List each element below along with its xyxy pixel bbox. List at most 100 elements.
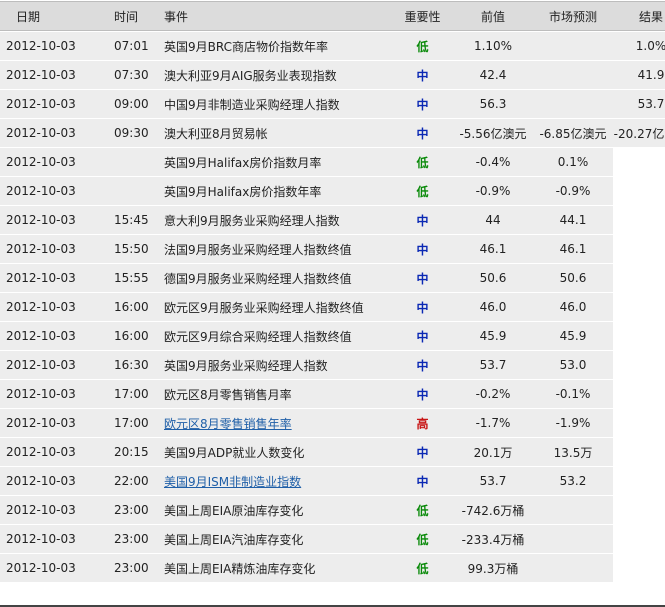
cell-previous: 45.9 <box>453 322 533 350</box>
header-result: 结果 <box>613 1 665 31</box>
table-row: 2012-10-03 23:00 美国上周EIA精炼油库存变化 低 99.3万桶 <box>0 554 665 582</box>
table-row: 2012-10-03 07:01 英国9月BRC商店物价指数年率 低 1.10% 1.0% <box>0 32 665 60</box>
cell-event: 欧元区9月服务业采购经理人指数终值 <box>160 293 392 321</box>
cell-result <box>613 438 665 466</box>
cell-event: 英国9月服务业采购经理人指数 <box>160 351 392 379</box>
cell-result: 53.7 <box>613 90 665 118</box>
cell-forecast: -0.9% <box>533 177 613 205</box>
cell-forecast <box>533 32 613 60</box>
cell-event: 英国9月Halifax房价指数月率 <box>160 148 392 176</box>
cell-importance: 中 <box>392 206 453 234</box>
cell-date: 2012-10-03 <box>0 554 110 582</box>
importance-badge: 中 <box>416 358 429 373</box>
cell-result: 1.0% <box>613 32 665 60</box>
cell-date: 2012-10-03 <box>0 235 110 263</box>
cell-time: 23:00 <box>110 554 160 582</box>
cell-importance: 低 <box>392 177 453 205</box>
cell-time: 17:00 <box>110 380 160 408</box>
cell-result <box>613 496 665 524</box>
cell-result <box>613 467 665 495</box>
cell-date: 2012-10-03 <box>0 496 110 524</box>
cell-event: 德国9月服务业采购经理人指数终值 <box>160 264 392 292</box>
cell-event: 美国上周EIA原油库存变化 <box>160 496 392 524</box>
event-label: 中国9月非制造业采购经理人指数 <box>164 97 340 112</box>
cell-date: 2012-10-03 <box>0 264 110 292</box>
cell-time: 15:45 <box>110 206 160 234</box>
table-row: 2012-10-03 22:00 美国9月ISM非制造业指数 中 53.7 53.2 <box>0 467 665 495</box>
cell-event: 美国9月ADP就业人数变化 <box>160 438 392 466</box>
event-label: 欧元区9月综合采购经理人指数终值 <box>164 329 352 344</box>
table-row: 2012-10-03 英国9月Halifax房价指数月率 低 -0.4% 0.1% <box>0 148 665 176</box>
cell-time: 20:15 <box>110 438 160 466</box>
cell-time: 16:30 <box>110 351 160 379</box>
cell-time <box>110 148 160 176</box>
cell-forecast: 53.0 <box>533 351 613 379</box>
cell-result <box>613 351 665 379</box>
cell-event: 法国9月服务业采购经理人指数终值 <box>160 235 392 263</box>
cell-date: 2012-10-03 <box>0 293 110 321</box>
importance-badge: 中 <box>416 97 429 112</box>
table-row: 2012-10-03 16:30 英国9月服务业采购经理人指数 中 53.7 53.0 <box>0 351 665 379</box>
table-row: 2012-10-03 09:30 澳大利亚8月贸易帐 中 -5.56亿澳元 -6.85亿澳… <box>0 119 665 147</box>
table-body: 2012-10-03 07:01 英国9月BRC商店物价指数年率低 1.10% 1.0%… <box>0 32 665 582</box>
cell-time <box>110 177 160 205</box>
cell-previous: 42.4 <box>453 61 533 89</box>
cell-previous: -0.4% <box>453 148 533 176</box>
cell-result <box>613 554 665 582</box>
cell-importance: 中 <box>392 90 453 118</box>
cell-event: 英国9月Halifax房价指数年率 <box>160 177 392 205</box>
header-date: 日期 <box>0 1 110 31</box>
cell-time: 22:00 <box>110 467 160 495</box>
cell-time: 16:00 <box>110 322 160 350</box>
cell-date: 2012-10-03 <box>0 206 110 234</box>
cell-previous: -233.4万桶 <box>453 525 533 553</box>
importance-badge: 中 <box>416 329 429 344</box>
event-label: 英国9月Halifax房价指数月率 <box>164 155 322 170</box>
cell-importance: 中 <box>392 119 453 147</box>
cell-date: 2012-10-03 <box>0 351 110 379</box>
cell-result <box>613 380 665 408</box>
cell-event: 英国9月BRC商店物价指数年率 <box>160 32 392 60</box>
table-header-row: 日期 时间 事件 重要性 前值 市场预测 结果 <box>0 1 665 31</box>
cell-previous: 46.1 <box>453 235 533 263</box>
cell-date: 2012-10-03 <box>0 148 110 176</box>
cell-previous: 99.3万桶 <box>453 554 533 582</box>
cell-result <box>613 235 665 263</box>
cell-event: 欧元区9月综合采购经理人指数终值 <box>160 322 392 350</box>
cell-event: 中国9月非制造业采购经理人指数 <box>160 90 392 118</box>
cell-date: 2012-10-03 <box>0 61 110 89</box>
event-link[interactable]: 美国9月ISM非制造业指数 <box>164 475 301 489</box>
cell-forecast <box>533 496 613 524</box>
event-link[interactable]: 欧元区8月零售销售年率 <box>164 417 292 431</box>
importance-badge: 低 <box>416 561 429 576</box>
table-row: 2012-10-03 20:15 美国9月ADP就业人数变化 中 20.1万 13.5万 <box>0 438 665 466</box>
event-label: 英国9月BRC商店物价指数年率 <box>164 39 328 54</box>
cell-importance: 中 <box>392 380 453 408</box>
importance-badge: 中 <box>416 445 429 460</box>
table-row: 2012-10-03 17:00 欧元区8月零售销售年率 高 -1.7% -1.9% <box>0 409 665 437</box>
header-importance: 重要性 <box>392 1 453 31</box>
cell-time: 16:00 <box>110 293 160 321</box>
table-row: 2012-10-03 23:00 美国上周EIA原油库存变化 低 -742.6万桶 <box>0 496 665 524</box>
cell-result <box>613 322 665 350</box>
table-row: 2012-10-03 07:30 澳大利亚9月AIG服务业表现指数 中 42.4 41.9 <box>0 61 665 89</box>
cell-result <box>613 525 665 553</box>
cell-forecast: 0.1% <box>533 148 613 176</box>
cell-event: 意大利9月服务业采购经理人指数 <box>160 206 392 234</box>
header-event: 事件 <box>160 1 392 31</box>
cell-time: 07:30 <box>110 61 160 89</box>
cell-previous: 44 <box>453 206 533 234</box>
cell-forecast <box>533 554 613 582</box>
cell-result <box>613 148 665 176</box>
cell-result: 41.9 <box>613 61 665 89</box>
cell-forecast: 13.5万 <box>533 438 613 466</box>
importance-badge: 中 <box>416 126 429 141</box>
table-row: 2012-10-03 17:00 欧元区8月零售销售月率 中 -0.2% -0.1% <box>0 380 665 408</box>
cell-previous: -5.56亿澳元 <box>453 119 533 147</box>
table-row: 2012-10-03 15:50 法国9月服务业采购经理人指数终值 中 46.1 46.1 <box>0 235 665 263</box>
cell-previous: 20.1万 <box>453 438 533 466</box>
cell-time: 15:55 <box>110 264 160 292</box>
importance-badge: 中 <box>416 242 429 257</box>
economic-calendar-table: 日期 时间 事件 重要性 前值 市场预测 结果 2012-10-03 07:01 英… <box>0 0 665 583</box>
cell-previous: -1.7% <box>453 409 533 437</box>
